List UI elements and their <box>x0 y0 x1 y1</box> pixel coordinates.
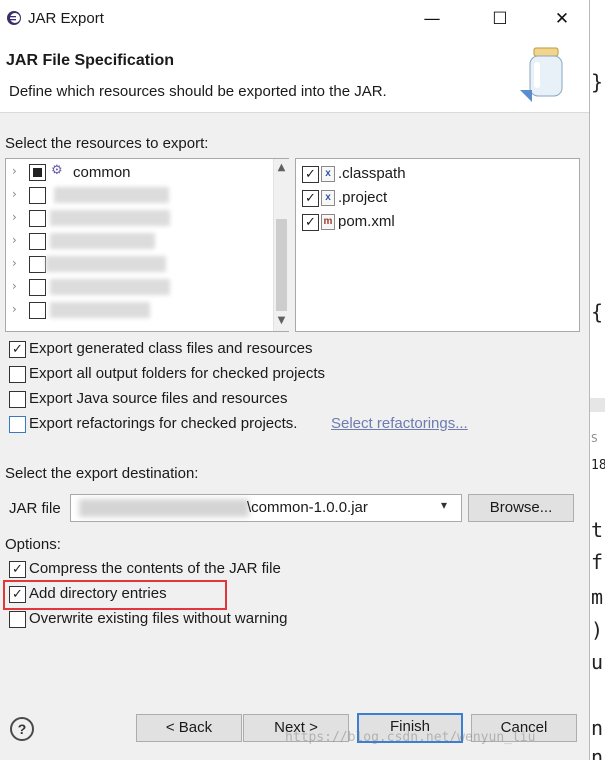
file-checkbox[interactable]: ✓ <box>302 166 319 183</box>
jar-file-value: \common-1.0.0.jar <box>247 499 368 516</box>
jar-file-label: JAR file <box>9 500 61 517</box>
export-refactorings-checkbox[interactable] <box>9 416 26 433</box>
export-java-source-checkbox[interactable] <box>9 391 26 408</box>
back-button[interactable]: < Back <box>136 714 242 742</box>
export-class-files-label: Export generated class files and resourc… <box>29 340 313 357</box>
export-output-folders-checkbox[interactable] <box>9 366 26 383</box>
file-label: .classpath <box>338 165 406 182</box>
chevron-right-icon[interactable]: › <box>12 256 17 270</box>
list-item[interactable]: ✓ m pom.xml <box>296 209 579 233</box>
overwrite-label: Overwrite existing files without warning <box>29 610 288 627</box>
jar-jar-icon <box>520 46 570 102</box>
chevron-right-icon[interactable]: › <box>12 233 17 247</box>
file-checkbox[interactable]: ✓ <box>302 214 319 231</box>
chevron-right-icon[interactable]: › <box>12 210 17 224</box>
project-icon: ⚙ <box>51 163 63 178</box>
tree-scrollbar[interactable]: ▲ ▼ <box>273 159 289 331</box>
tree-item-label: common <box>73 164 131 181</box>
jar-export-dialog: JAR Export — ☐ ✕ JAR File Specification … <box>0 0 590 760</box>
compress-checkbox[interactable]: ✓ <box>9 561 26 578</box>
options-label: Options: <box>5 536 61 553</box>
chevron-right-icon[interactable]: › <box>12 302 17 316</box>
chevron-down-icon[interactable]: ▾ <box>441 498 447 512</box>
xml-file-icon: x <box>321 190 335 206</box>
page-title: JAR File Specification <box>6 52 175 69</box>
tree-item[interactable]: › <box>6 184 268 207</box>
tree-checkbox[interactable] <box>29 256 46 273</box>
file-label: pom.xml <box>338 213 395 230</box>
window-title: JAR Export <box>28 10 104 27</box>
redacted-label <box>54 187 169 203</box>
tree-checkbox[interactable] <box>29 279 46 296</box>
redacted-label <box>50 302 150 318</box>
export-output-folders-label: Export all output folders for checked pr… <box>29 365 325 382</box>
tree-checkbox[interactable] <box>29 233 46 250</box>
export-class-files-checkbox[interactable]: ✓ <box>9 341 26 358</box>
select-refactorings-link[interactable]: Select refactorings... <box>331 415 468 432</box>
redacted-label <box>50 279 170 295</box>
scroll-down-icon[interactable]: ▼ <box>275 315 288 326</box>
help-icon[interactable]: ? <box>10 717 34 741</box>
tree-checkbox[interactable] <box>29 210 46 227</box>
overwrite-checkbox[interactable] <box>9 611 26 628</box>
scrollbar-thumb[interactable] <box>276 219 287 311</box>
redacted-path <box>79 499 249 517</box>
maximize-icon[interactable]: ☐ <box>478 4 522 34</box>
tree-checkbox[interactable] <box>29 187 46 204</box>
tree-item[interactable]: › <box>6 253 268 276</box>
eclipse-icon <box>6 10 22 26</box>
maven-file-icon: m <box>321 214 335 230</box>
list-item[interactable]: ✓ x .classpath <box>296 161 579 185</box>
browse-button[interactable]: Browse... <box>468 494 574 522</box>
background-editor: } { S 18 t f m ) u n n <box>590 0 605 760</box>
destination-label: Select the export destination: <box>5 465 199 482</box>
tree-item[interactable]: › ⚙ common <box>6 161 268 184</box>
chevron-right-icon[interactable]: › <box>12 187 17 201</box>
resources-label: Select the resources to export: <box>5 135 209 152</box>
export-refactorings-label: Export refactorings for checked projects… <box>29 415 298 432</box>
tree-item[interactable]: › <box>6 276 268 299</box>
minimize-icon[interactable]: — <box>410 4 454 34</box>
tree-checkbox[interactable] <box>29 302 46 319</box>
tree-checkbox[interactable] <box>29 164 46 181</box>
xml-file-icon: x <box>321 166 335 182</box>
jar-file-combobox[interactable]: \common-1.0.0.jar ▾ <box>70 494 462 522</box>
highlight-box <box>3 580 227 610</box>
file-list[interactable]: ✓ x .classpath ✓ x .project ✓ m pom.xml <box>295 158 580 332</box>
resource-tree[interactable]: › ⚙ common › › › › › › ▲ ▼ <box>5 158 289 332</box>
redacted-label <box>50 233 155 249</box>
export-java-source-label: Export Java source files and resources <box>29 390 288 407</box>
page-description: Define which resources should be exporte… <box>9 83 387 100</box>
file-label: .project <box>338 189 388 206</box>
chevron-right-icon[interactable]: › <box>12 164 17 178</box>
file-checkbox[interactable]: ✓ <box>302 190 319 207</box>
title-bar: JAR Export — ☐ ✕ <box>0 0 589 38</box>
redacted-label <box>46 256 166 272</box>
tree-item[interactable]: › <box>6 230 268 253</box>
close-icon[interactable]: ✕ <box>540 4 584 34</box>
list-item[interactable]: ✓ x .project <box>296 185 579 209</box>
redacted-label <box>50 210 170 226</box>
watermark: https://blog.csdn.net/wenyun_liu <box>285 730 536 745</box>
wizard-header: JAR File Specification Define which reso… <box>0 38 589 113</box>
chevron-right-icon[interactable]: › <box>12 279 17 293</box>
tree-item[interactable]: › <box>6 299 268 322</box>
tree-item[interactable]: › <box>6 207 268 230</box>
compress-label: Compress the contents of the JAR file <box>29 560 281 577</box>
scroll-up-icon[interactable]: ▲ <box>275 162 288 173</box>
